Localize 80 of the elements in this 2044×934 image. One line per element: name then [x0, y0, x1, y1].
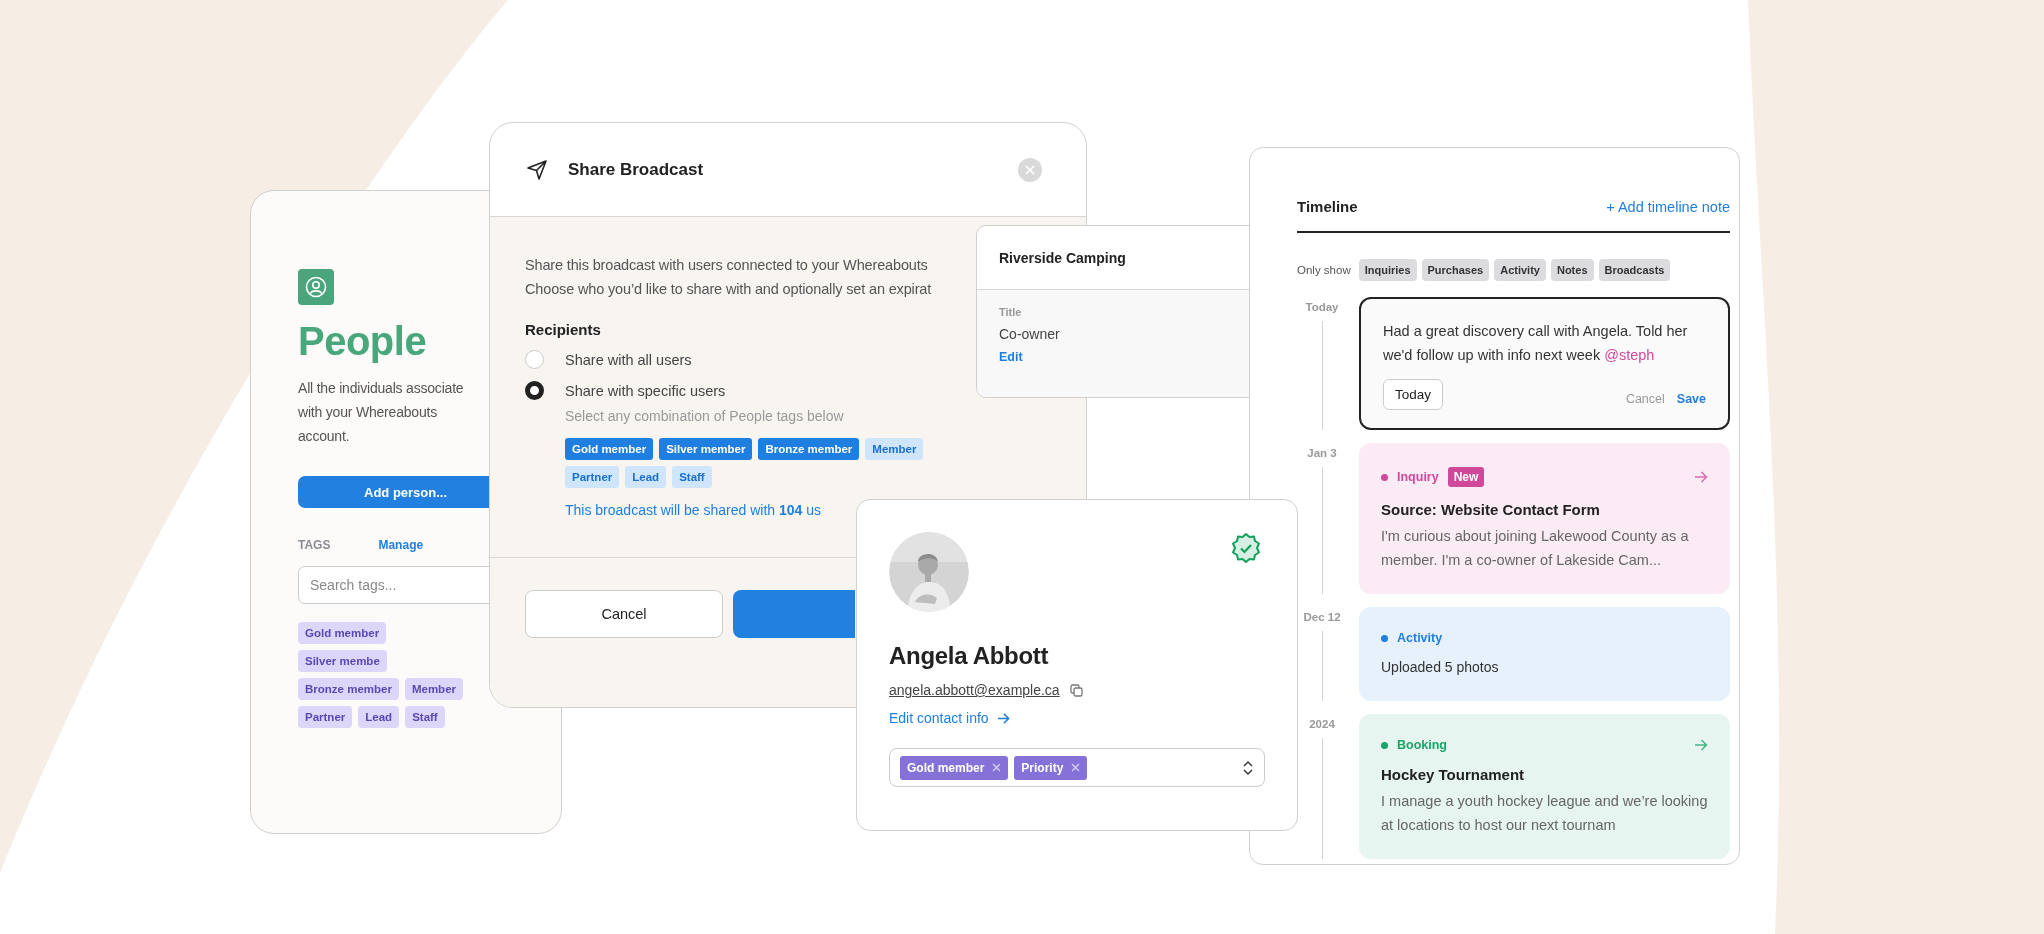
tag[interactable]: Lead	[358, 706, 400, 728]
date-label: Jan 3	[1307, 447, 1337, 459]
date-button[interactable]: Today	[1383, 379, 1444, 410]
save-link[interactable]: Save	[1676, 391, 1706, 406]
close-icon	[1025, 164, 1035, 175]
date-label: Dec 12	[1303, 611, 1341, 623]
tag[interactable]: Bronze member	[298, 678, 399, 700]
person-name: Angela Abbott	[889, 642, 1050, 670]
note-editor[interactable]: Had a great discovery call with Angela. Told her we'd follow up with info next week @steph Today Cancel Save	[1359, 297, 1730, 430]
entry-text: I manage a youth hockey league and we’re looking at locations to host our next tournam	[1381, 792, 1708, 835]
filter-chip[interactable]: Purchases	[1421, 259, 1490, 281]
tag[interactable]: Silver membe	[298, 650, 387, 672]
new-badge: New	[1447, 467, 1485, 487]
tag[interactable]: Partner	[565, 466, 620, 488]
edit-link[interactable]: Edit	[999, 350, 1023, 364]
description-text: with your Whereabouts	[298, 403, 437, 422]
section-label: Recipients	[525, 321, 601, 338]
entry-title: Source: Website Contact Form	[1381, 501, 1601, 518]
tag-select-field[interactable]: Gold member Priority	[889, 748, 1265, 787]
field-label: Title	[999, 306, 1023, 318]
person-icon	[298, 269, 334, 305]
remove-icon[interactable]	[1071, 763, 1081, 772]
cancel-button[interactable]: Cancel	[525, 590, 723, 638]
timeline-card[interactable]: Activity Uploaded 5 photos	[1359, 607, 1730, 701]
filter-chip[interactable]: Notes	[1550, 259, 1594, 281]
section-label: TAGS	[298, 538, 331, 552]
timeline-card[interactable]: Inquiry New Source: Website Contact Form I'm curious about joining Lakewood County as a member. I'm a co-owner of Lakeside Cam...	[1359, 443, 1730, 594]
description-text: Share this broadcast with users connected to your Whereabouts	[525, 256, 928, 275]
radio-button[interactable]	[525, 381, 544, 400]
tag[interactable]: Staff	[672, 466, 712, 488]
mention-link[interactable]: @steph	[1604, 347, 1655, 363]
entry-text: I'm curious about joining Lakewood County as a member. I'm a co-owner of Lakeside Cam...	[1381, 527, 1690, 570]
page-title: People	[298, 319, 427, 364]
description-text: account.	[298, 427, 350, 446]
entry-type: Booking	[1397, 738, 1447, 752]
copy-icon[interactable]	[1069, 683, 1083, 697]
entry-text: Uploaded 5 photos	[1381, 658, 1500, 677]
arrow-icon[interactable]	[1694, 738, 1708, 752]
dialog-title: Share Broadcast	[568, 159, 705, 180]
close-button[interactable]	[1018, 157, 1042, 182]
arrow-icon[interactable]	[1694, 470, 1708, 484]
tag[interactable]: Gold member	[565, 438, 654, 460]
send-icon	[526, 158, 548, 181]
filter-label: Only show	[1297, 264, 1351, 276]
remove-icon[interactable]	[992, 763, 1002, 772]
filter-chip[interactable]: Broadcasts	[1598, 259, 1671, 281]
option-label[interactable]: Share with specific users	[565, 382, 726, 399]
cancel-link[interactable]: Cancel	[1625, 391, 1665, 406]
hint-text: Select any combination of People tags below	[565, 408, 845, 424]
entry-type: Inquiry	[1397, 470, 1439, 484]
tag[interactable]: Gold member	[900, 755, 1009, 780]
field-value: Co-owner	[999, 326, 1061, 342]
entry-title: Hockey Tournament	[1381, 766, 1526, 783]
manage-link[interactable]: Manage	[378, 538, 424, 552]
chevron-updown-icon	[1242, 759, 1254, 776]
tag[interactable]: Bronze member	[758, 438, 860, 460]
tag[interactable]: Gold member	[298, 622, 387, 644]
email-link[interactable]: angela.abbott@example.ca	[889, 682, 1060, 698]
add-note-link[interactable]: + Add timeline note	[1606, 198, 1730, 215]
tag[interactable]: Priority	[1014, 755, 1088, 780]
tag[interactable]: Member	[865, 438, 924, 460]
panel-title: Timeline	[1297, 198, 1358, 215]
arrow-icon	[996, 711, 1010, 725]
option-label[interactable]: Share with all users	[565, 351, 692, 368]
filter-chip[interactable]: Activity	[1494, 259, 1546, 281]
filter-chip[interactable]: Inquiries	[1358, 259, 1417, 281]
date-label: Today	[1305, 301, 1339, 313]
tag[interactable]: Staff	[405, 706, 445, 728]
summary-text: This broadcast will be shared with 104 us	[565, 502, 823, 518]
description-text: All the individuals associate	[298, 379, 464, 398]
tag[interactable]: Partner	[298, 706, 353, 728]
tag[interactable]: Member	[404, 678, 464, 700]
tag[interactable]: Silver member	[659, 438, 753, 460]
timeline-card[interactable]: Booking Hockey Tournament I manage a youth hockey league and we’re looking at locations to host our next tournam	[1359, 714, 1730, 859]
entry-type: Activity	[1397, 631, 1443, 645]
date-label: 2024	[1309, 718, 1335, 730]
edit-contact-link[interactable]: Edit contact info	[889, 710, 1010, 726]
description-text: Choose who you’d like to share with and optionally set an expirat	[525, 280, 932, 299]
tag[interactable]: Lead	[625, 466, 667, 488]
note-text: Had a great discovery call with Angela. Told her we'd follow up with info next week @steph	[1383, 322, 1689, 365]
